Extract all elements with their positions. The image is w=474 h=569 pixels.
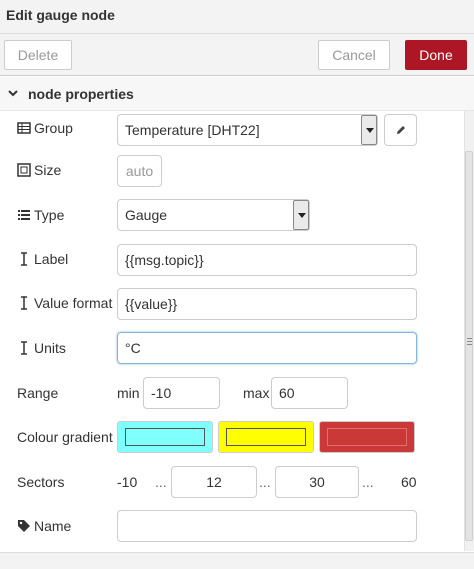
dialog-title: Edit gauge node [6,7,115,23]
dialog-toolbar: Delete Cancel Done [0,34,474,76]
text-cursor-icon [21,296,27,310]
cancel-button[interactable]: Cancel [318,40,390,70]
pencil-icon [397,126,405,134]
type-label: Type [34,207,65,223]
node-properties-section[interactable]: node properties [0,77,474,111]
dialog-header: Edit gauge node [0,0,474,34]
sectors-label: Sectors [17,474,65,490]
group-row-label: Group [17,120,73,136]
range-max-input[interactable]: 60 [271,377,348,409]
scrollbar-grip [467,338,472,339]
name-input[interactable] [117,510,417,542]
units-input[interactable]: °C [117,332,417,364]
label-input[interactable]: {{msg.topic}} [117,244,417,276]
delete-button[interactable]: Delete [4,40,72,70]
colour-swatch-mid[interactable] [218,421,314,453]
colour-gradient-label: Colour gradient [17,429,113,445]
sector-separator: ... [259,474,271,490]
sector-start-value: -10 [117,474,138,490]
type-dropdown-arrow[interactable] [293,200,309,230]
colour-swatch-high[interactable] [319,421,415,453]
text-cursor-icon [21,341,27,355]
section-label: node properties [28,86,134,102]
sector-separator: ... [155,474,167,490]
value-format-input[interactable]: {{value}} [117,288,417,320]
label-label: Label [34,251,69,267]
size-row-label: Size [17,162,61,178]
value-format-row-label: Value format [17,295,112,311]
edit-group-button[interactable] [384,114,417,146]
sector-end-value: 60 [401,474,417,490]
name-label: Name [34,518,72,534]
tag-icon [18,520,30,532]
text-cursor-icon [21,252,27,266]
scrollbar-thumb[interactable] [465,151,473,541]
name-row-label: Name [17,518,71,534]
group-label: Group [34,120,73,136]
table-icon [17,122,31,134]
range-max-label: max [243,385,270,401]
colour-swatch-low[interactable] [117,421,213,453]
type-select[interactable]: Gauge [117,199,310,231]
group-dropdown-arrow[interactable] [361,115,377,145]
range-min-input[interactable]: -10 [143,377,220,409]
range-min-label: min [117,385,140,401]
size-icon [17,163,31,177]
done-button[interactable]: Done [405,40,467,70]
range-label: Range [17,385,59,401]
size-label: Size [34,162,62,178]
list-icon [18,210,30,220]
units-label: Units [34,340,66,356]
label-row-label: Label [17,251,68,267]
dialog-footer [0,552,474,569]
units-row-label: Units [17,340,66,356]
size-button[interactable]: auto [117,155,162,187]
scrollbar-grip [467,344,472,345]
sector-1-input[interactable]: 12 [171,466,257,498]
value-format-label: Value format [34,295,113,311]
scrollbar-grip [467,341,472,342]
group-select[interactable]: Temperature [DHT22] [117,114,378,146]
chevron-down-icon [8,90,18,97]
sector-2-input[interactable]: 30 [275,466,359,498]
type-row-label: Type [17,207,64,223]
sector-separator: ... [362,474,374,490]
